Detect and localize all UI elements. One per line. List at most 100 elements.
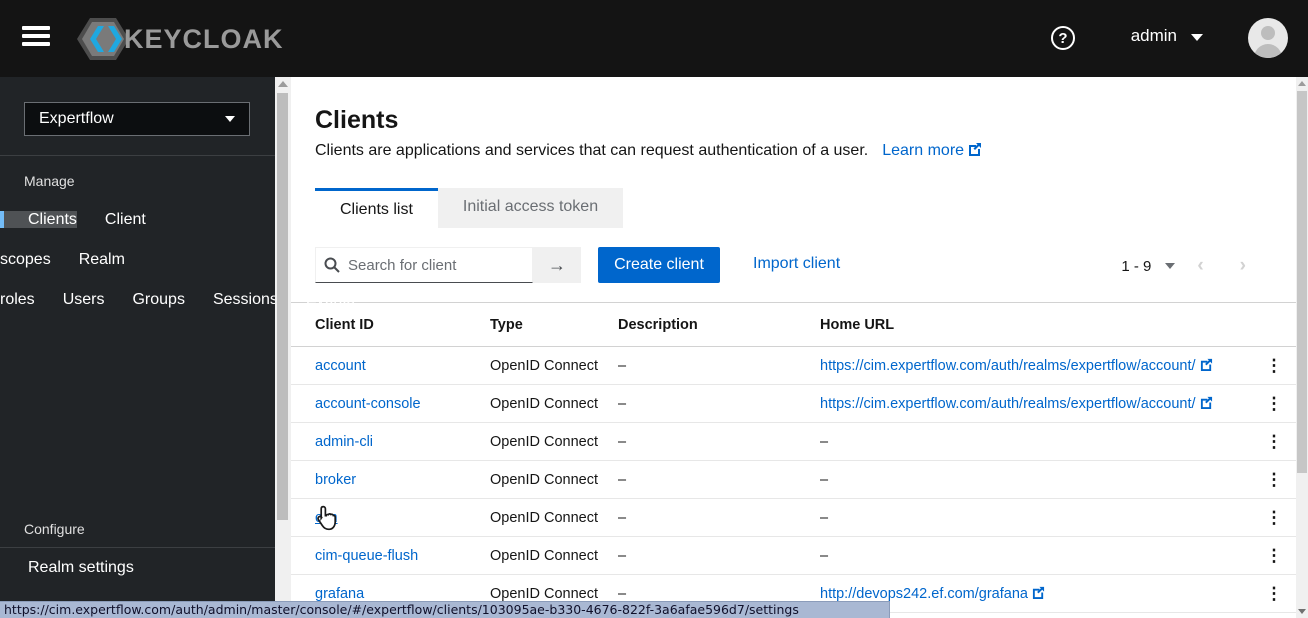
external-link-icon [1200,396,1212,409]
row-kebab-menu-icon[interactable]: ⋮ [1252,509,1296,526]
client-description: – [618,357,627,374]
client-type: OpenID Connect [490,585,599,602]
pagination-range[interactable]: 1 - 9 [1121,258,1151,275]
sidebar-item-users[interactable]: Users [35,291,105,308]
scroll-up-icon[interactable] [278,81,288,87]
table-header-row: Client ID Type Description Home URL [291,302,1296,347]
tab-clients-list[interactable]: Clients list [315,188,438,228]
col-description: Description [618,316,698,333]
table-row-broker: broker OpenID Connect – – ⋮ [291,461,1296,499]
home-url-empty: – [820,509,829,526]
client-id-link[interactable]: cim-queue-flush [315,548,418,564]
client-description: – [618,547,627,564]
hamburger-menu-icon[interactable] [22,26,50,50]
home-url-empty: – [820,547,829,564]
table-row-cim: cim OpenID Connect – – ⋮ [291,499,1296,537]
realm-selected-label: Expertflow [39,110,114,127]
page-scrollbar[interactable] [1296,77,1308,618]
page-scrollbar-thumb[interactable] [1297,91,1307,473]
search-submit-button[interactable]: → [533,247,581,283]
sidebar-item-sessions[interactable]: Sessions [185,291,278,308]
client-type: OpenID Connect [490,509,599,526]
row-kebab-menu-icon[interactable]: ⋮ [1252,471,1296,488]
help-icon[interactable]: ? [1051,26,1075,50]
table-body: account OpenID Connect – https://cim.expert… [291,347,1296,613]
search-icon [324,257,340,273]
chevron-down-icon [1191,34,1203,41]
external-link-icon [1200,358,1212,371]
col-client-id: Client ID [315,316,374,333]
client-id-link[interactable]: account [315,358,366,374]
col-type: Type [490,316,523,333]
search-input[interactable] [315,247,533,283]
client-id-link[interactable]: account-console [315,396,421,412]
client-id-link[interactable]: admin-cli [315,434,373,450]
external-link-icon [1032,586,1045,599]
pagination: 1 - 9 ‹ › [1121,255,1260,277]
learn-more-link[interactable]: Learn more [882,142,982,159]
toolbar: → Create client Import client 1 - 9 ‹ › [315,247,1275,283]
client-description: – [618,471,627,488]
home-url-empty: – [820,471,829,488]
realm-selector[interactable]: Expertflow [24,102,250,136]
clients-table: Client ID Type Description Home URL acco… [291,302,1296,613]
home-url-link[interactable]: https://cim.expertflow.com/auth/realms/e… [820,396,1213,412]
home-url-link[interactable]: http://devops242.ef.com/grafana [820,586,1045,602]
external-link-icon [969,143,982,156]
pagination-prev-button[interactable]: ‹ [1183,255,1217,277]
tabs: Clients list Initial access token [315,188,624,228]
home-url-link[interactable]: https://cim.expertflow.com/auth/realms/e… [820,358,1213,374]
nav-section-manage-label: Manage [24,173,75,189]
row-kebab-menu-icon[interactable]: ⋮ [1252,585,1296,602]
brand-name: KEYCLOAK [124,23,284,54]
import-client-link[interactable]: Import client [753,255,840,273]
chevron-down-icon[interactable] [1165,263,1176,269]
sidebar: Expertflow Manage Clients Client scopes Re… [0,77,355,618]
sidebar-scrollbar[interactable] [275,77,291,618]
keycloak-logo: KEYCLOAK [74,16,284,62]
nav-section-configure-label: Configure [24,521,85,537]
client-type: OpenID Connect [490,357,599,374]
masthead: KEYCLOAK ? admin [0,0,1308,77]
client-type: OpenID Connect [490,471,599,488]
search-group: → [315,247,581,283]
page-description-text: Clients are applications and services th… [315,142,869,159]
divider [0,155,275,156]
client-id-link[interactable]: cim [315,510,338,526]
user-menu[interactable]: admin [1131,26,1203,46]
client-type: OpenID Connect [490,547,599,564]
table-row-account: account OpenID Connect – https://cim.expert… [291,347,1296,385]
col-home-url: Home URL [820,316,895,333]
status-bar-url: https://cim.expertflow.com/auth/admin/ma… [0,601,890,618]
sidebar-scrollbar-thumb[interactable] [277,93,288,520]
row-kebab-menu-icon[interactable]: ⋮ [1252,395,1296,412]
row-kebab-menu-icon[interactable]: ⋮ [1252,547,1296,564]
sidebar-item-groups[interactable]: Groups [104,291,184,308]
home-url-empty: – [820,433,829,450]
sidebar-item-clients[interactable]: Clients [0,211,77,228]
chevron-down-icon [225,116,235,122]
table-row-account-console: account-console OpenID Connect – https://ci… [291,385,1296,423]
client-id-link[interactable]: broker [315,472,356,488]
row-kebab-menu-icon[interactable]: ⋮ [1252,357,1296,374]
scroll-up-icon[interactable] [1298,81,1306,86]
nav-configure: Realm settings [0,548,275,588]
scroll-down-icon[interactable] [1298,609,1306,614]
nav-manage: Clients Client scopes Realm roles Users Grou… [0,200,355,320]
page-title: Clients [315,106,399,134]
user-name: admin [1130,26,1177,45]
page-description: Clients are applications and services th… [315,142,982,160]
sidebar-item-realm-settings[interactable]: Realm settings [0,559,134,576]
row-kebab-menu-icon[interactable]: ⋮ [1252,433,1296,450]
pagination-next-button[interactable]: › [1226,255,1260,277]
table-row-admin-cli: admin-cli OpenID Connect – – ⋮ [291,423,1296,461]
create-client-button[interactable]: Create client [598,247,720,283]
client-description: – [618,395,627,412]
client-description: – [618,585,627,602]
main-content: Clients Clients are applications and ser… [291,77,1296,618]
avatar[interactable] [1248,18,1288,58]
tab-initial-access-token[interactable]: Initial access token [437,188,624,228]
client-id-link[interactable]: grafana [315,586,364,602]
client-description: – [618,509,627,526]
client-description: – [618,433,627,450]
